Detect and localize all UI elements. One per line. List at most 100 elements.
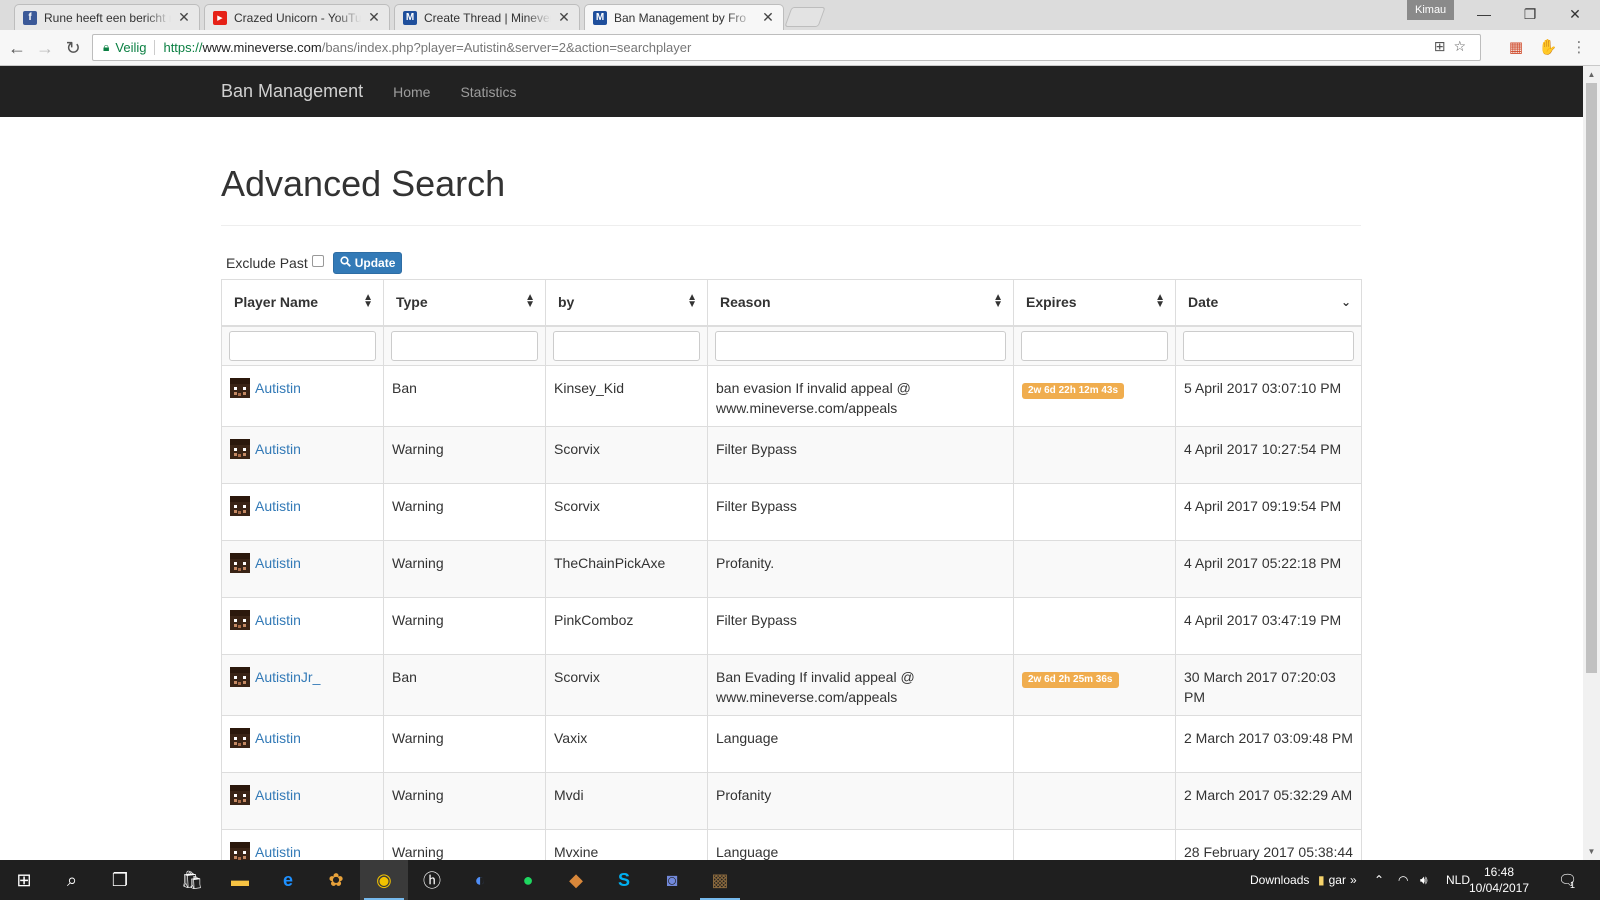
discord-icon[interactable]: ◙ bbox=[648, 860, 696, 900]
translate-icon[interactable]: ⊞ bbox=[1434, 38, 1454, 54]
cell-reason: Filter Bypass bbox=[707, 425, 1014, 484]
address-bar[interactable]: 🔒︎ Veilig https://www.mineverse.com/bans… bbox=[92, 34, 1481, 61]
cell-by: Mvxine bbox=[545, 828, 708, 860]
folder-icon: ▮ bbox=[1318, 873, 1325, 887]
nav-link-home[interactable]: Home bbox=[393, 84, 430, 100]
bans-table: Player Name ▲ ▼ Type ▲ ▼ by ▲ ▼ Reason ▲ ▼ Expir… bbox=[221, 279, 1362, 860]
page-scrollbar[interactable]: ▲ ▼ bbox=[1583, 66, 1600, 860]
exclude-past-checkbox[interactable] bbox=[311, 255, 324, 267]
player-link[interactable]: Autistin bbox=[255, 496, 301, 516]
column-header-reason[interactable]: Reason ▲ ▼ bbox=[707, 279, 1014, 327]
tab-ban-management[interactable]: M Ban Management by Fro ✕ bbox=[584, 4, 784, 30]
close-window-icon[interactable]: ✕ bbox=[1553, 2, 1597, 26]
tab-title: Create Thread | Minevers bbox=[424, 10, 551, 25]
file-explorer-icon[interactable]: ▬ bbox=[216, 860, 264, 900]
youtube-icon: ▶ bbox=[213, 10, 227, 25]
tab-create-thread[interactable]: M Create Thread | Minevers ✕ bbox=[394, 4, 580, 30]
close-tab-icon[interactable]: ✕ bbox=[367, 9, 381, 26]
new-tab-button[interactable] bbox=[784, 7, 826, 27]
scroll-thumb[interactable] bbox=[1586, 83, 1597, 673]
close-tab-icon[interactable]: ✕ bbox=[761, 9, 775, 26]
bookmark-star-icon[interactable]: ☆ bbox=[1453, 38, 1474, 54]
player-head-icon bbox=[230, 377, 250, 398]
taskbar-clock[interactable]: 16:48 10/04/2017 bbox=[1464, 864, 1534, 896]
column-label: Date bbox=[1188, 294, 1219, 311]
close-tab-icon[interactable]: ✕ bbox=[557, 9, 571, 26]
sort-icon: ▲ ▼ bbox=[363, 292, 373, 310]
minecraft-icon[interactable]: ▩ bbox=[696, 860, 744, 900]
player-link[interactable]: Autistin bbox=[255, 728, 301, 748]
close-tab-icon[interactable]: ✕ bbox=[177, 9, 191, 26]
player-link[interactable]: AutistinJr_ bbox=[255, 667, 320, 687]
clock-time: 16:48 bbox=[1483, 865, 1515, 879]
store-icon[interactable]: 🛍︎ bbox=[168, 860, 216, 900]
cell-reason: Profanity. bbox=[707, 539, 1014, 598]
reload-icon[interactable]: ↻ bbox=[61, 36, 85, 60]
paint-app-icon[interactable]: ✿ bbox=[312, 860, 360, 900]
cell-expires bbox=[1013, 539, 1176, 598]
header-row: Player Name ▲ ▼ Type ▲ ▼ by ▲ ▼ Reason ▲ ▼ Expir… bbox=[221, 279, 1362, 327]
cell-type: Warning bbox=[383, 425, 546, 484]
player-link[interactable]: Autistin bbox=[255, 842, 301, 861]
clock-date: 10/04/2017 bbox=[1468, 881, 1530, 895]
column-header-date[interactable]: Date ⌄ bbox=[1175, 279, 1362, 327]
player-link[interactable]: Autistin bbox=[255, 439, 301, 459]
filter-player-name-input[interactable] bbox=[229, 330, 376, 361]
mineverse-icon: M bbox=[403, 10, 417, 25]
tab-youtube[interactable]: ▶ Crazed Unicorn - YouTub ✕ bbox=[204, 4, 390, 30]
minimize-icon[interactable]: — bbox=[1462, 2, 1506, 26]
folder-toolbar[interactable]: ▮ gar» bbox=[1318, 860, 1357, 900]
cell-type: Warning bbox=[383, 714, 546, 773]
profile-button[interactable]: Kimau bbox=[1407, 0, 1455, 20]
update-button[interactable]: Update bbox=[332, 252, 403, 274]
cell-type: Warning bbox=[383, 596, 546, 655]
filter-by-input[interactable] bbox=[553, 330, 700, 361]
filter-type-input[interactable] bbox=[391, 330, 538, 361]
game-app-icon[interactable]: ◆ bbox=[552, 860, 600, 900]
tab-facebook[interactable]: f Rune heeft een bericht n ✕ bbox=[14, 4, 200, 30]
volume-icon[interactable]: 🔊︎ bbox=[1420, 860, 1428, 900]
forward-icon[interactable]: → bbox=[33, 36, 57, 60]
cell-by: Mvdi bbox=[545, 771, 708, 830]
chrome-icon[interactable]: ◉ bbox=[360, 860, 408, 900]
spotify-icon[interactable]: ● bbox=[504, 860, 552, 900]
column-header-by[interactable]: by ▲ ▼ bbox=[545, 279, 708, 327]
filter-expires-input[interactable] bbox=[1021, 330, 1168, 361]
downloads-toolbar-label[interactable]: Downloads bbox=[1250, 860, 1309, 900]
restore-icon[interactable]: ❐ bbox=[1508, 2, 1552, 26]
sort-icon: ▲ ▼ bbox=[993, 292, 1003, 310]
filter-reason-input[interactable] bbox=[715, 330, 1006, 361]
filter-date-input[interactable] bbox=[1183, 330, 1354, 361]
skype-icon[interactable]: S bbox=[600, 860, 648, 900]
cell-type: Ban bbox=[383, 364, 546, 427]
scroll-up-icon[interactable]: ▲ bbox=[1583, 66, 1600, 83]
edge-icon[interactable]: e bbox=[264, 860, 312, 900]
player-link[interactable]: Autistin bbox=[255, 785, 301, 805]
scroll-down-icon[interactable]: ▼ bbox=[1583, 843, 1600, 860]
cell-type: Warning bbox=[383, 771, 546, 830]
hp-icon[interactable]: ⓗ bbox=[408, 860, 456, 900]
cell-expires bbox=[1013, 771, 1176, 830]
extension-icon[interactable]: ▦ bbox=[1505, 37, 1527, 59]
player-link[interactable]: Autistin bbox=[255, 610, 301, 630]
column-header-player-name[interactable]: Player Name ▲ ▼ bbox=[221, 279, 384, 327]
wifi-icon[interactable]: ◠ bbox=[1398, 860, 1408, 900]
column-header-expires[interactable]: Expires ▲ ▼ bbox=[1013, 279, 1176, 327]
column-header-type[interactable]: Type ▲ ▼ bbox=[383, 279, 546, 327]
show-hidden-icons-icon[interactable]: ⌃ bbox=[1374, 860, 1384, 900]
player-link[interactable]: Autistin bbox=[255, 378, 301, 398]
top-navbar: Ban Management Home Statistics bbox=[0, 66, 1583, 117]
chrome-menu-icon[interactable]: ⋮ bbox=[1568, 37, 1590, 59]
browser-app-icon[interactable]: ◐ bbox=[456, 860, 504, 900]
windows-start-icon[interactable]: ⊞ bbox=[0, 860, 48, 900]
back-icon[interactable]: ← bbox=[5, 36, 29, 60]
search-icon[interactable]: ⌕ bbox=[48, 860, 96, 900]
extension-hand-icon[interactable]: ✋ bbox=[1537, 37, 1559, 59]
task-view-icon[interactable]: ❐ bbox=[96, 860, 144, 900]
navbar-brand[interactable]: Ban Management bbox=[221, 81, 363, 102]
url-scheme: https:// bbox=[163, 40, 203, 55]
cell-player: Autistin bbox=[221, 596, 384, 655]
nav-link-statistics[interactable]: Statistics bbox=[460, 84, 516, 100]
notifications-icon[interactable]: 🗨︎ 1 bbox=[1558, 860, 1577, 900]
player-link[interactable]: Autistin bbox=[255, 553, 301, 573]
